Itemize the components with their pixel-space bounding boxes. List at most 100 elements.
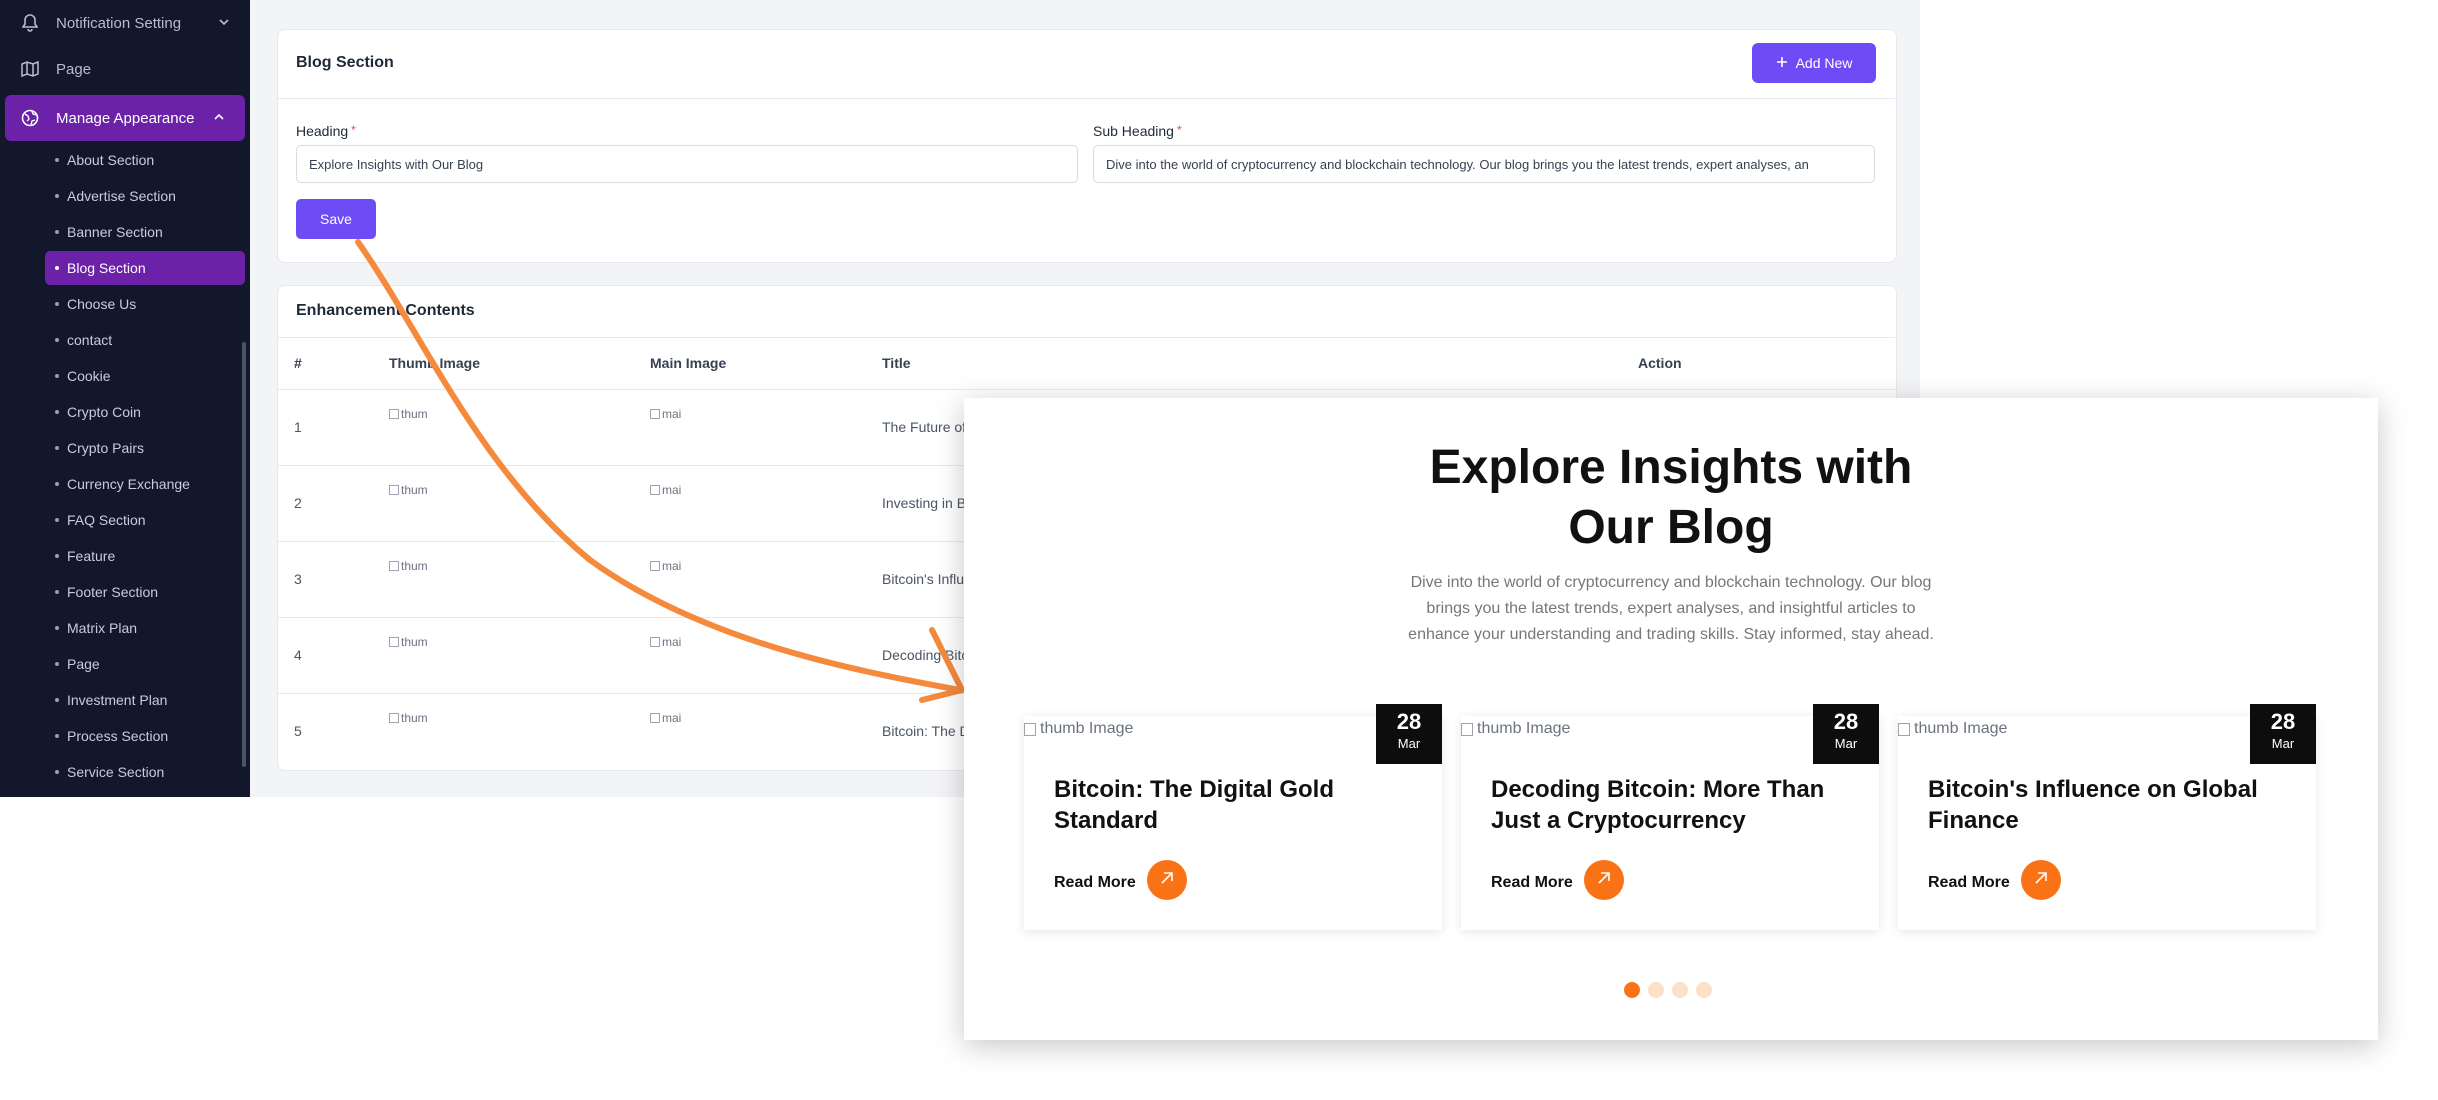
bullet-icon [55, 158, 59, 162]
sidebar-subitem[interactable]: Page [45, 647, 245, 681]
sidebar-subitem[interactable]: FAQ Section [45, 503, 245, 537]
column-header: Thumb Image [389, 355, 481, 371]
heading-label: Heading * [296, 123, 356, 139]
image-alt-text: thum [401, 635, 428, 649]
pagination-dot[interactable] [1696, 982, 1712, 998]
read-more-link[interactable]: Read More [1491, 874, 1573, 892]
subheading-input[interactable]: Dive into the world of cryptocurrency an… [1093, 145, 1875, 183]
bullet-icon [55, 698, 59, 702]
image-alt-text: mai [662, 407, 682, 421]
sidebar-item-page[interactable]: Page [0, 46, 250, 92]
bullet-icon [55, 410, 59, 414]
blog-card[interactable]: thumb Image 28 Mar Bitcoin's Influence o… [1898, 704, 2316, 930]
subitem-label: Crypto Coin [67, 404, 141, 420]
date-badge: 28 Mar [1813, 704, 1879, 764]
read-more-arrow-button[interactable] [2021, 860, 2061, 900]
save-button[interactable]: Save [296, 199, 376, 239]
image-alt-text: mai [662, 635, 682, 649]
table-cell-num: 4 [294, 647, 302, 663]
card-title: Blog Section [296, 54, 394, 71]
sidebar-subitem[interactable]: About Section [45, 143, 245, 177]
main-image-broken: mai [650, 483, 695, 497]
image-alt-text: thum [401, 559, 428, 573]
subitem-label: Footer Section [67, 584, 159, 600]
read-more-link[interactable]: Read More [1928, 874, 2010, 892]
subitem-label: Currency Exchange [67, 476, 190, 492]
broken-image-icon [650, 713, 660, 723]
subitem-label: Investment Plan [67, 692, 168, 708]
date-badge: 28 Mar [2250, 704, 2316, 764]
image-alt-text: thum [401, 407, 428, 421]
broken-image-icon [1024, 722, 1036, 736]
add-new-button[interactable]: Add New [1752, 43, 1876, 83]
blog-card-title[interactable]: Bitcoin: The Digital Gold Standard [1054, 774, 1414, 836]
sidebar-subitem[interactable]: Advertise Section [45, 179, 245, 213]
broken-image-icon [389, 637, 399, 647]
table-cell-title: Bitcoin: The D [882, 723, 970, 739]
column-header: # [294, 355, 302, 371]
card-title: Enhancement Contents [296, 302, 475, 319]
sidebar-subitem[interactable]: Crypto Coin [45, 395, 245, 429]
sidebar-subitem[interactable]: Cookie [45, 359, 245, 393]
subitem-label: Advertise Section [67, 188, 176, 204]
required-mark: * [1176, 123, 1182, 137]
required-mark: * [351, 123, 356, 137]
pagination-dot[interactable] [1648, 982, 1664, 998]
thumb-image-broken: thumb Image [1461, 720, 1570, 738]
pagination-dot[interactable] [1672, 982, 1688, 998]
sidebar-item-label: Notification Setting [56, 14, 182, 32]
thumb-image-broken: thum [389, 711, 434, 725]
date-month: Mar [2271, 736, 2295, 751]
sidebar-subitem[interactable]: Currency Exchange [45, 467, 245, 501]
sidebar-subitem[interactable]: Crypto Pairs [45, 431, 245, 465]
sidebar-subitem[interactable]: Process Section [45, 719, 245, 753]
arrow-up-right-icon [1159, 870, 1175, 891]
subitem-label: Feature [67, 548, 116, 564]
pagination-dot-active[interactable] [1624, 982, 1640, 998]
bullet-icon [55, 626, 59, 630]
preview-heading-line: Explore Insights with [1429, 441, 1913, 494]
read-more-arrow-button[interactable] [1147, 860, 1187, 900]
sidebar-subitem[interactable]: Banner Section [45, 215, 245, 249]
sidebar-subitem[interactable]: Feature [45, 539, 245, 573]
chevron-down-icon [218, 15, 230, 32]
sidebar-subitem[interactable]: contact [45, 323, 245, 357]
table-cell-num: 3 [294, 571, 302, 587]
bullet-icon [55, 482, 59, 486]
broken-image-icon [650, 637, 660, 647]
date-month: Mar [1397, 736, 1421, 751]
sidebar-subitem[interactable]: Matrix Plan [45, 611, 245, 645]
sidebar-subitem[interactable]: Service Section [45, 755, 245, 789]
sidebar-scrollbar[interactable] [242, 342, 246, 767]
read-more-arrow-button[interactable] [1584, 860, 1624, 900]
date-day: 28 [2270, 709, 2296, 734]
globe-icon [20, 108, 40, 128]
bullet-icon [55, 374, 59, 378]
subitem-label: Banner Section [67, 224, 163, 240]
sidebar-item-notification-setting[interactable]: Notification Setting [0, 0, 250, 46]
blog-card[interactable]: thumb Image 28 Mar Bitcoin: The Digital … [1024, 704, 1442, 930]
bullet-icon [55, 266, 59, 270]
arrow-up-right-icon [1596, 870, 1612, 891]
bullet-icon [55, 554, 59, 558]
image-alt-text: mai [662, 559, 682, 573]
blog-card-title[interactable]: Decoding Bitcoin: More Than Just a Crypt… [1491, 774, 1851, 836]
image-alt-text: thum [401, 711, 428, 725]
bullet-icon [55, 194, 59, 198]
divider [277, 389, 1895, 390]
blog-card[interactable]: thumb Image 28 Mar Decoding Bitcoin: Mor… [1461, 704, 1879, 930]
preview-heading: Explore Insights with Our Blog [1264, 438, 2078, 558]
bullet-icon [55, 338, 59, 342]
sidebar-subitem[interactable]: Footer Section [45, 575, 245, 609]
sidebar-subitem[interactable]: Investment Plan [45, 683, 245, 717]
sidebar-subitem-active[interactable]: Blog Section [45, 251, 245, 285]
heading-input[interactable]: Explore Insights with Our Blog [296, 145, 1078, 183]
subitem-label: Crypto Pairs [67, 440, 145, 456]
image-alt-text: thumb Image [1040, 720, 1134, 737]
sidebar-subitem[interactable]: Choose Us [45, 287, 245, 321]
sidebar-item-manage-appearance[interactable]: Manage Appearance [5, 95, 245, 141]
bullet-icon [55, 734, 59, 738]
main-image-broken: mai [650, 407, 695, 421]
blog-card-title[interactable]: Bitcoin's Influence on Global Finance [1928, 774, 2288, 836]
read-more-link[interactable]: Read More [1054, 874, 1136, 892]
